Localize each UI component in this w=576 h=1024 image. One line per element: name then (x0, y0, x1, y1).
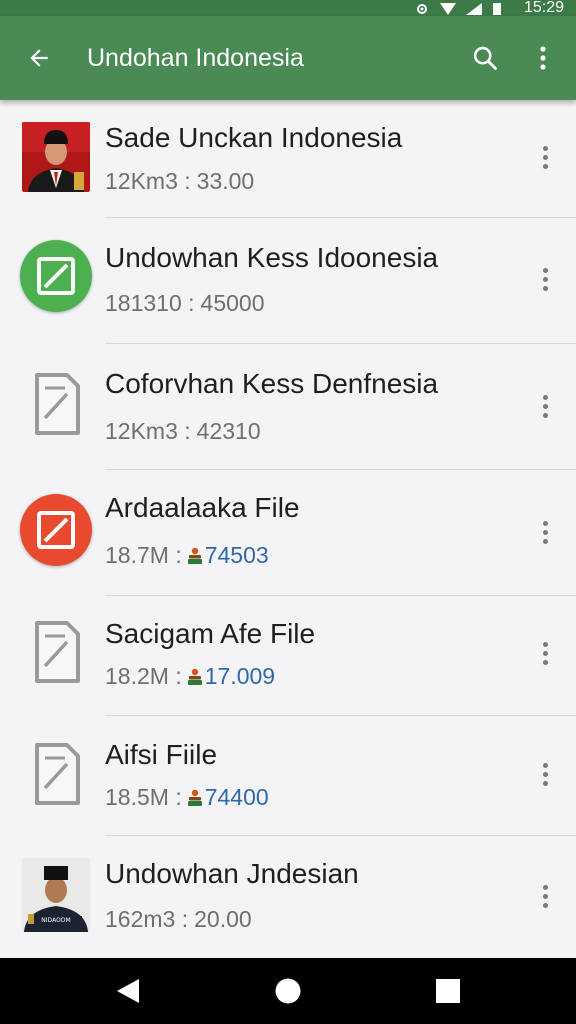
file-title: Undowhan Kess Idoonesia (105, 242, 439, 273)
wifi-icon (439, 2, 456, 15)
file-title: Ardaalaaka File (105, 492, 300, 523)
file-title: Sade Unckan Indonesia (105, 122, 403, 153)
file-title: Aifsi Fiile (105, 739, 218, 770)
file-size: 181310 : (105, 290, 195, 316)
nav-recents-button[interactable] (418, 961, 478, 1021)
more-vert-icon (540, 46, 546, 70)
file-list: Sade Unckan Indonesia 12Km3 : 33.00 Undo… (0, 100, 576, 958)
item-more-button[interactable] (534, 137, 556, 177)
file-value: 33.00 (196, 168, 255, 194)
file-meta: 18.2M : 17.009 (105, 663, 275, 690)
portrait-photo: NIDAOOM (22, 858, 90, 932)
list-item[interactable]: NIDAOOM Undowhan Jndesian 162m3 : 20.00 (0, 836, 576, 958)
item-more-button[interactable] (534, 512, 556, 552)
item-more-button[interactable] (534, 633, 556, 673)
list-item[interactable]: Sacigam Afe File 18.2M : 17.009 (0, 596, 576, 716)
document-icon (31, 742, 81, 806)
green-file-icon (20, 240, 92, 312)
search-icon (473, 46, 497, 70)
file-size: 12Km3 : (105, 168, 191, 194)
file-value: 17.009 (204, 663, 276, 689)
file-meta: 18.5M : 74400 (105, 784, 269, 811)
list-item[interactable]: Coforvhan Kess Denfnesia 12Km3 : 42310 (0, 344, 576, 470)
nav-back-button[interactable] (98, 961, 158, 1021)
item-more-button[interactable] (534, 876, 556, 916)
people-icon (187, 547, 202, 564)
portrait-photo (22, 122, 90, 192)
file-size: 18.7M : (105, 542, 182, 568)
navigation-bar (0, 958, 576, 1024)
svg-text:NIDAOOM: NIDAOOM (41, 917, 70, 924)
file-title: Sacigam Afe File (105, 618, 316, 649)
file-value: 20.00 (194, 906, 252, 932)
back-triangle-icon (117, 979, 139, 1003)
settings-icon (414, 2, 430, 14)
file-value: 74400 (204, 784, 269, 810)
item-more-button[interactable] (534, 386, 556, 426)
back-button[interactable] (0, 16, 78, 100)
file-meta: 181310 : 45000 (105, 290, 265, 317)
file-size: 18.2M : (105, 663, 182, 689)
status-time: 15:29 (523, 0, 564, 16)
people-icon (187, 668, 202, 685)
document-icon (31, 372, 81, 436)
document-icon (31, 620, 81, 684)
file-meta: 12Km3 : 33.00 (105, 168, 254, 195)
file-value: 74503 (204, 542, 269, 568)
file-meta: 18.7M : 74503 (105, 542, 269, 569)
file-meta: 12Km3 : 42310 (105, 418, 261, 445)
status-bar: 15:29 (0, 0, 576, 16)
overflow-menu-button[interactable] (514, 16, 572, 100)
file-value: 45000 (200, 290, 265, 316)
list-item[interactable]: Ardaalaaka File 18.7M : 74503 (0, 470, 576, 596)
signal-icon (465, 2, 482, 15)
list-item[interactable]: Sade Unckan Indonesia 12Km3 : 33.00 (0, 100, 576, 218)
app-bar: Undohan Indonesia (0, 16, 576, 100)
file-size: 18.5M : (105, 784, 182, 810)
file-size: 12Km3 : (105, 418, 191, 444)
list-item[interactable]: Aifsi Fiile 18.5M : 74400 (0, 716, 576, 836)
file-title: Coforvhan Kess Denfnesia (105, 368, 439, 399)
file-title: Undowhan Jndesian (105, 858, 359, 889)
file-meta: 162m3 : 20.00 (105, 906, 252, 933)
item-more-button[interactable] (534, 754, 556, 794)
recents-square-icon (436, 979, 460, 1003)
list-item[interactable]: Undowhan Kess Idoonesia 181310 : 45000 (0, 218, 576, 344)
back-arrow-icon (30, 49, 48, 67)
file-size: 162m3 : (105, 906, 189, 932)
file-value: 42310 (196, 418, 261, 444)
page-title: Undohan Indonesia (87, 43, 304, 72)
search-button[interactable] (456, 16, 514, 100)
red-file-icon (20, 494, 92, 566)
nav-home-button[interactable] (258, 961, 318, 1021)
item-more-button[interactable] (534, 259, 556, 299)
people-icon (187, 789, 202, 806)
home-circle-icon (275, 978, 301, 1004)
battery-icon (492, 2, 508, 15)
